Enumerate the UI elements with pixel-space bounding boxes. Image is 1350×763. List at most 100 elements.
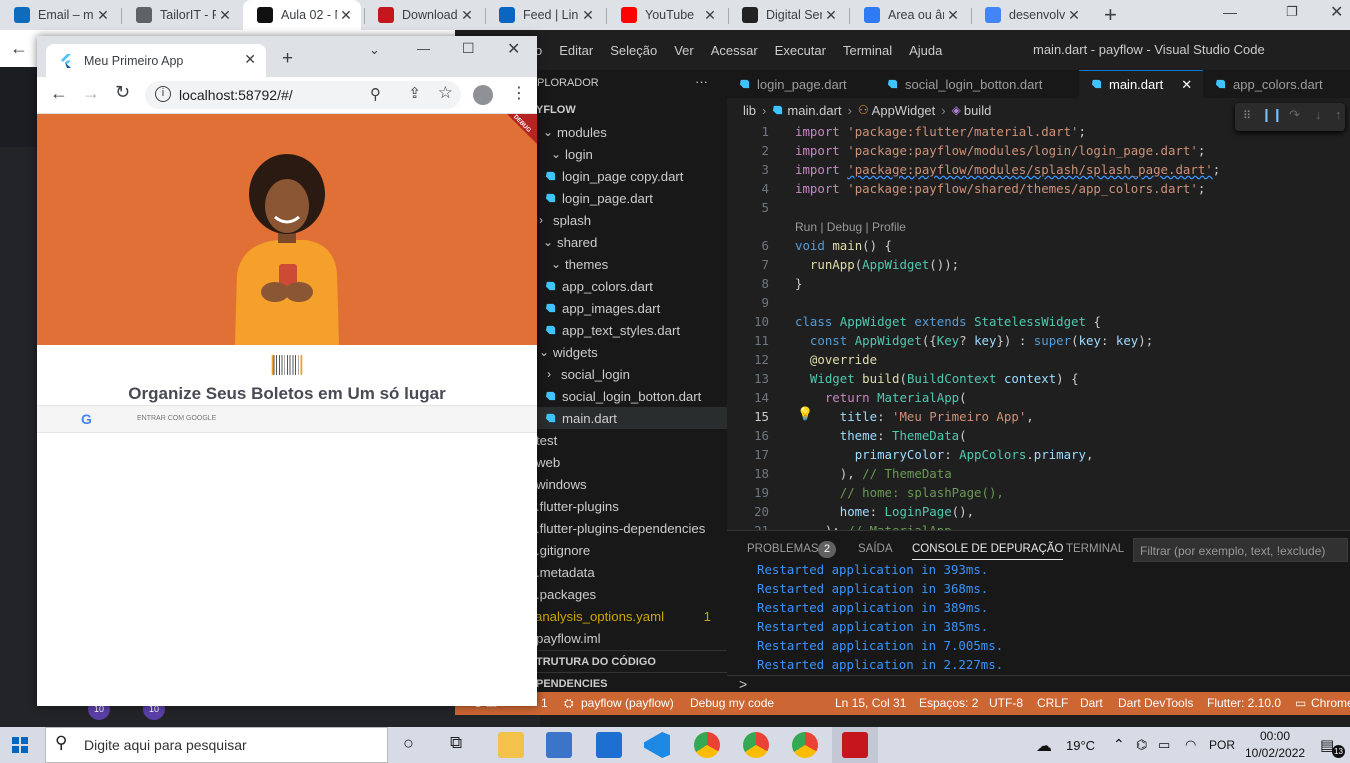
clock-time[interactable]: 00:00: [1260, 729, 1290, 743]
flutter-version[interactable]: Flutter: 2.10.0: [1207, 696, 1281, 710]
forward-arrow-icon[interactable]: →: [82, 83, 100, 104]
taskbar-search-input[interactable]: Digite aqui para pesquisar: [45, 727, 388, 763]
codelens[interactable]: Run | Debug | Profile: [795, 220, 906, 234]
back-arrow-icon[interactable]: ←: [50, 83, 68, 104]
vscode-icon[interactable]: [644, 732, 670, 758]
google-login-button[interactable]: G ENTRAR COM GOOGLE: [37, 405, 537, 433]
wifi-icon[interactable]: ◠: [1185, 737, 1196, 753]
share-icon[interactable]: ⇪: [408, 84, 421, 102]
breadcrumb-item[interactable]: main.dart: [787, 103, 841, 118]
pause-icon[interactable]: ❙❙: [1261, 107, 1283, 123]
tab-meu-primeiro-app[interactable]: Meu Primeiro App ✕: [46, 44, 266, 77]
new-tab-button[interactable]: +: [282, 48, 293, 70]
chevron-down-icon[interactable]: ⌄: [369, 42, 380, 58]
back-arrow-icon[interactable]: ←: [10, 38, 28, 59]
profile-avatar[interactable]: [473, 85, 493, 105]
close-icon[interactable]: ✕: [1181, 77, 1192, 93]
clock-date[interactable]: 10/02/2022: [1245, 746, 1305, 760]
breadcrumb-item[interactable]: lib: [743, 103, 756, 118]
breadcrumb-item[interactable]: build: [964, 103, 991, 118]
tab-editor[interactable]: social_login_botton.dart: [875, 70, 1079, 98]
kebab-menu-icon[interactable]: ⋮: [511, 83, 527, 103]
tab-editor[interactable]: login_page.dart: [727, 70, 875, 98]
network-icon[interactable]: ⌬: [1136, 737, 1147, 753]
chrome-profile-icon[interactable]: [694, 732, 720, 758]
step-into-icon[interactable]: ↓: [1315, 107, 1322, 122]
close-icon[interactable]: ✕: [216, 7, 234, 24]
error-count[interactable]: 1: [541, 696, 548, 710]
drag-handle-icon[interactable]: ⠿: [1243, 109, 1251, 122]
browser-tab[interactable]: TailorIT - R ✕: [122, 0, 240, 30]
close-icon[interactable]: ✕: [701, 7, 719, 24]
browser-tab[interactable]: Area ou ân ✕: [850, 0, 968, 30]
tab-output[interactable]: SAÍDA: [858, 543, 893, 555]
indentation[interactable]: Espaços: 2: [919, 696, 978, 710]
close-icon[interactable]: ✕: [944, 7, 962, 24]
code-editor[interactable]: 1 import 'package:flutter/material.dart'…: [727, 122, 1350, 530]
debug-project[interactable]: payflow (payflow): [581, 696, 674, 710]
close-icon[interactable]: ✕: [579, 7, 597, 24]
browser-tab[interactable]: desenvolv ✕: [971, 0, 1089, 30]
store-icon[interactable]: [546, 732, 572, 758]
reload-icon[interactable]: ↻: [115, 82, 130, 103]
menu-item[interactable]: Ajuda: [909, 43, 942, 58]
menu-item[interactable]: Terminal: [843, 43, 892, 58]
url-bar[interactable]: i localhost:58792/#/ ⚲ ⇪ ☆: [145, 81, 461, 109]
line-ending[interactable]: CRLF: [1037, 696, 1068, 710]
tab-terminal[interactable]: TERMINAL: [1066, 543, 1124, 555]
menu-item[interactable]: Seleção: [610, 43, 657, 58]
close-icon[interactable]: ✕: [244, 51, 256, 68]
restore-button[interactable]: ❐: [1286, 4, 1298, 20]
more-actions-icon[interactable]: ···: [695, 74, 708, 89]
info-icon[interactable]: i: [155, 86, 171, 102]
menu-item[interactable]: Ver: [674, 43, 694, 58]
close-icon[interactable]: ✕: [337, 7, 355, 24]
weather-temp[interactable]: 19°C: [1066, 738, 1095, 753]
close-icon[interactable]: ✕: [1065, 7, 1083, 24]
cursor-position[interactable]: Ln 15, Col 31: [835, 696, 906, 710]
tab-debug-console[interactable]: CONSOLE DE DEPURAÇÃO: [912, 543, 1064, 560]
close-window-button[interactable]: ✕: [1330, 2, 1343, 22]
bookmark-star-icon[interactable]: ☆: [438, 83, 453, 103]
close-icon[interactable]: ✕: [94, 7, 112, 24]
maximize-button[interactable]: ☐: [462, 40, 475, 57]
minimize-button[interactable]: —: [1223, 4, 1237, 20]
browser-tab[interactable]: Email – ma✕: [0, 0, 118, 30]
menu-item[interactable]: Executar: [775, 43, 826, 58]
console-input[interactable]: >: [727, 675, 1350, 693]
browser-tab[interactable]: Digital Ser ✕: [728, 0, 846, 30]
breadcrumb-item[interactable]: AppWidget: [872, 103, 936, 118]
language-mode[interactable]: Dart: [1080, 696, 1103, 710]
menu-item[interactable]: Editar: [559, 43, 593, 58]
tab-editor[interactable]: main.dart ✕: [1079, 70, 1203, 98]
browser-tab[interactable]: YouTube ✕: [607, 0, 725, 30]
close-icon[interactable]: ✕: [458, 7, 476, 24]
filter-input[interactable]: Filtrar (por exemplo, text, !exclude): [1133, 538, 1348, 562]
browser-tab[interactable]: Aula 02 - N✕: [243, 0, 361, 30]
chevron-up-icon[interactable]: ⌃: [1113, 736, 1125, 753]
browser-tab[interactable]: Download ✕: [364, 0, 482, 30]
chrome-profile-icon[interactable]: [743, 732, 769, 758]
encoding[interactable]: UTF-8: [989, 696, 1023, 710]
filezilla-icon[interactable]: [842, 732, 868, 758]
file-explorer-icon[interactable]: [498, 732, 524, 758]
close-icon[interactable]: ✕: [822, 7, 840, 24]
battery-icon[interactable]: ▭: [1158, 737, 1170, 753]
tab-problems[interactable]: PROBLEMAS: [747, 543, 819, 555]
device-selector[interactable]: Chrome: [1311, 696, 1350, 710]
menu-item[interactable]: Acessar: [711, 43, 758, 58]
step-out-icon[interactable]: ↑: [1335, 107, 1342, 122]
close-window-button[interactable]: ✕: [507, 39, 520, 59]
dart-devtools[interactable]: Dart DevTools: [1118, 696, 1193, 710]
minimize-button[interactable]: —: [417, 41, 430, 56]
windows-start-icon[interactable]: [12, 737, 28, 753]
step-over-icon[interactable]: ↷: [1289, 107, 1300, 123]
task-view-icon[interactable]: ⧉: [450, 733, 462, 753]
chrome-icon[interactable]: [792, 732, 818, 758]
tab-editor[interactable]: app_colors.dart: [1203, 70, 1350, 98]
cortana-icon[interactable]: ○: [403, 733, 414, 754]
zoom-icon[interactable]: ⚲: [370, 85, 381, 103]
mail-icon[interactable]: [596, 732, 622, 758]
browser-tab[interactable]: Feed | Link ✕: [485, 0, 603, 30]
new-tab-button[interactable]: +: [1104, 2, 1117, 28]
